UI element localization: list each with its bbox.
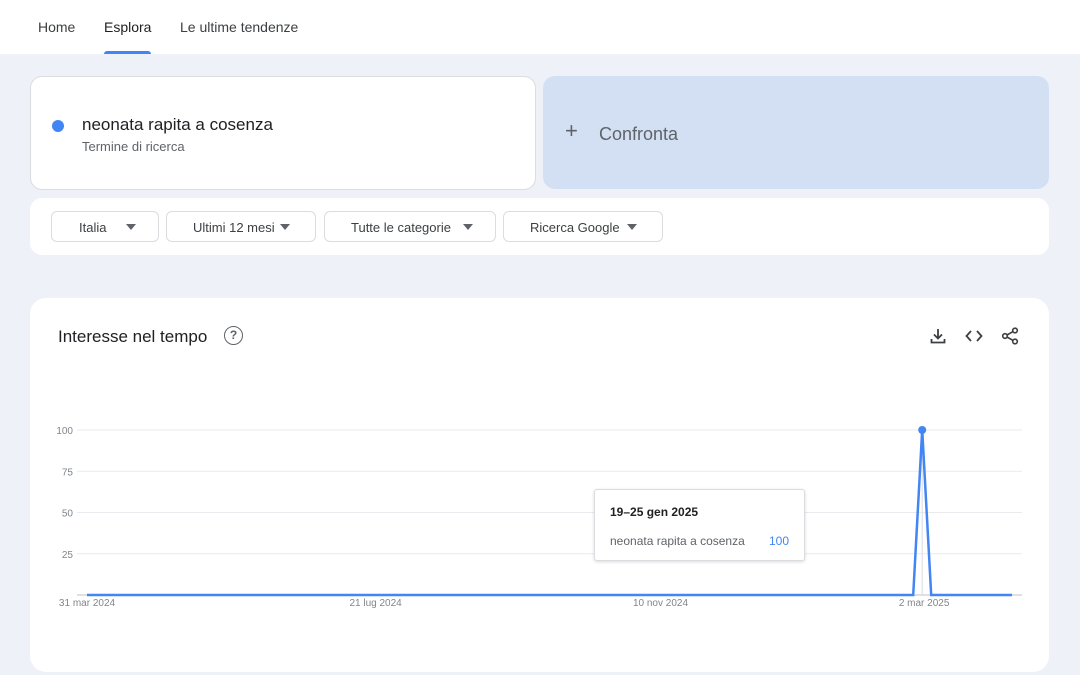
search-term-title: neonata rapita a cosenza bbox=[82, 115, 273, 134]
x-tick-label: 21 lug 2024 bbox=[349, 598, 402, 609]
chart-tooltip: 19–25 gen 2025 neonata rapita a cosenza … bbox=[594, 489, 805, 561]
tooltip-value: 100 bbox=[768, 534, 789, 548]
caret-down-icon bbox=[126, 224, 136, 230]
x-tick-label: 10 nov 2024 bbox=[633, 598, 688, 609]
plus-icon: + bbox=[565, 118, 578, 143]
y-tick-label: 25 bbox=[62, 550, 74, 561]
caret-down-icon bbox=[627, 224, 637, 230]
filter-category[interactable]: Tutte le categorie bbox=[324, 211, 496, 242]
tab-esplora[interactable]: Esplora bbox=[104, 0, 152, 54]
peak-point[interactable] bbox=[918, 426, 927, 434]
y-tick-label: 100 bbox=[56, 426, 73, 437]
filter-region-label: Italia bbox=[79, 220, 107, 235]
filter-time-range[interactable]: Ultimi 12 mesi bbox=[166, 211, 316, 242]
series-color-dot bbox=[52, 120, 64, 132]
interest-over-time-card: Interesse nel tempo ? 100 75 50 25 31 mar 2… bbox=[30, 298, 1049, 672]
x-tick-label: 2 mar 2025 bbox=[899, 598, 950, 609]
caret-down-icon bbox=[463, 224, 473, 230]
x-tick-label: 31 mar 2024 bbox=[59, 598, 116, 609]
tab-ultime-tendenze[interactable]: Le ultime tendenze bbox=[180, 0, 298, 54]
filters-bar: Italia Ultimi 12 mesi Tutte le categorie… bbox=[30, 198, 1049, 255]
tooltip-date: 19–25 gen 2025 bbox=[610, 505, 699, 519]
top-nav: Home Esplora Le ultime tendenze bbox=[0, 0, 1080, 54]
interest-line-chart: 100 75 50 25 31 mar 2024 21 lug 2024 10 nov 2… bbox=[56, 426, 1022, 609]
filter-search-type[interactable]: Ricerca Google bbox=[503, 211, 663, 242]
y-tick-label: 75 bbox=[62, 467, 74, 478]
search-term-subtitle: Termine di ricerca bbox=[82, 139, 185, 154]
compare-button[interactable]: + Confronta bbox=[543, 76, 1049, 189]
filter-time-range-label: Ultimi 12 mesi bbox=[193, 220, 275, 235]
filter-region[interactable]: Italia bbox=[51, 211, 159, 242]
y-tick-label: 50 bbox=[62, 509, 74, 520]
filter-search-type-label: Ricerca Google bbox=[530, 220, 620, 235]
caret-down-icon bbox=[280, 224, 290, 230]
tooltip-term: neonata rapita a cosenza bbox=[610, 534, 745, 548]
search-term-card[interactable]: neonata rapita a cosenza Termine di rice… bbox=[30, 76, 536, 190]
compare-label: Confronta bbox=[599, 124, 679, 144]
filter-category-label: Tutte le categorie bbox=[351, 220, 451, 235]
tab-home[interactable]: Home bbox=[38, 0, 75, 54]
